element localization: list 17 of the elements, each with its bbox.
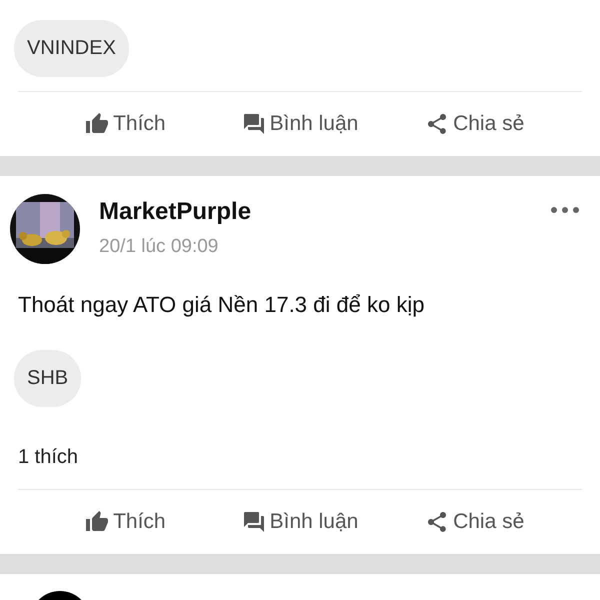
post-time: 20/1 lúc 09:09 — [99, 236, 220, 258]
comment-button[interactable]: Bình luận — [212, 92, 388, 156]
chat-icon — [242, 112, 266, 136]
stock-tag[interactable]: SHB — [14, 350, 82, 407]
author-name[interactable]: MarketPurple — [99, 198, 550, 226]
thumbs-up-icon — [85, 510, 110, 534]
post-text: Thoát ngay ATO giá Nền 17.3 đi để ko kịp — [18, 292, 426, 318]
more-icon[interactable] — [550, 206, 580, 214]
thumbs-up-icon — [85, 112, 110, 136]
share-button[interactable]: Chia sẻ — [387, 490, 562, 554]
share-button[interactable]: Chia sẻ — [387, 92, 562, 156]
comment-button[interactable]: Bình luận — [212, 490, 388, 554]
chat-icon — [242, 510, 266, 534]
like-button[interactable]: Thích — [38, 490, 213, 554]
like-button[interactable]: Thích — [38, 92, 213, 156]
like-count: 1 thích — [18, 446, 80, 469]
stock-tag[interactable]: VNINDEX — [14, 20, 129, 77]
